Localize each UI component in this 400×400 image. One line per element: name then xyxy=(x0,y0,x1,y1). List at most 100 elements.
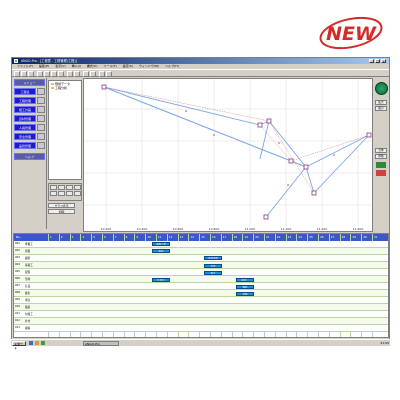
gantt-row[interactable]: 001 準備工 xyxy=(14,241,388,248)
nav-footer[interactable]: ヘルプ xyxy=(14,153,45,160)
network-edges xyxy=(103,86,370,218)
zoom-in-button[interactable]: 拡大 xyxy=(375,100,387,105)
nav-side-0[interactable] xyxy=(37,88,45,95)
gantt-task-bar[interactable]: 基礎工事 xyxy=(152,242,170,246)
gantt-row[interactable]: 010 舗装 xyxy=(14,304,388,311)
menu-format[interactable]: 書式(O) xyxy=(87,64,98,68)
line-tool-icon[interactable] xyxy=(58,185,65,190)
nav-side-2[interactable] xyxy=(37,106,45,113)
menu-file[interactable]: ファイル(F) xyxy=(17,64,33,68)
compass-icon[interactable] xyxy=(375,82,388,95)
rotate-tool-icon[interactable] xyxy=(58,191,65,196)
nav-side-6[interactable] xyxy=(37,142,45,149)
zoom-in-icon[interactable] xyxy=(83,71,89,77)
chart-grid xyxy=(84,79,372,227)
menu-tools[interactable]: ツール(T) xyxy=(104,64,117,68)
nav-item-5[interactable]: 安全管理 xyxy=(14,133,36,140)
alert-icon[interactable] xyxy=(376,170,386,176)
quicklaunch-desktop-icon[interactable] xyxy=(41,341,45,345)
gantt-task-bar[interactable]: 付属 xyxy=(236,292,254,297)
start-button[interactable]: スタート xyxy=(12,341,26,350)
grid-icon[interactable] xyxy=(99,71,105,77)
gantt-task-bar[interactable]: 養生 xyxy=(204,270,222,275)
gantt-row[interactable]: 004 基礎工 xyxy=(14,262,388,269)
nav-side-3[interactable] xyxy=(37,115,45,122)
menu-help[interactable]: ヘルプ(H) xyxy=(165,64,179,68)
text-tool-icon[interactable] xyxy=(74,185,81,190)
open-folder-icon[interactable] xyxy=(21,71,27,77)
x-tick-labels: 10.200 10.400 10.600 10.800 11.000 11.20… xyxy=(101,227,364,231)
gantt-row[interactable]: 003 掘削 xyxy=(14,255,388,262)
gantt-task-bar[interactable]: 配筋 xyxy=(152,249,170,254)
network-chart[interactable]: 10.200 10.400 10.600 10.800 11.000 11.20… xyxy=(83,78,373,232)
gantt-column-label: 5 xyxy=(93,235,95,239)
gantt-column-label: 17 xyxy=(222,235,227,239)
menu-settings[interactable]: 設定(S) xyxy=(123,64,133,68)
copy-icon[interactable] xyxy=(51,71,57,77)
move-tool-icon[interactable] xyxy=(50,191,57,196)
graph-view-button[interactable]: グラフ表示 xyxy=(48,203,75,208)
print-button[interactable]: 印刷 xyxy=(48,209,75,214)
nav-item-4[interactable]: 人員管理 xyxy=(14,124,36,131)
zoom-out-icon[interactable] xyxy=(90,71,96,77)
gantt-row[interactable]: 002 測量 xyxy=(14,248,388,255)
close-button[interactable]: × xyxy=(381,59,386,63)
zoom-out-button[interactable]: 縮小 xyxy=(375,106,387,111)
gantt-task-bar[interactable]: 舗装 xyxy=(236,285,254,290)
gantt-task-bar[interactable]: 片付け xyxy=(152,278,170,282)
gantt-column-label: 1 xyxy=(50,235,52,239)
nav-item-3[interactable]: 資材管理 xyxy=(14,115,36,122)
menu-edit[interactable]: 編集(E) xyxy=(39,64,49,68)
menu-window[interactable]: ウィンドウ(W) xyxy=(139,64,159,68)
nav-item-2[interactable]: 施工計画 xyxy=(14,106,36,113)
pan-button[interactable]: 移動 xyxy=(375,154,387,159)
fit-all-button[interactable]: 全体 xyxy=(375,148,387,153)
taskbar-clock: 21:00 xyxy=(380,341,389,345)
gantt-task-bar[interactable]: 埋戻し xyxy=(236,278,254,282)
cut-icon[interactable] xyxy=(44,71,50,77)
nav-side-4[interactable] xyxy=(37,124,45,131)
nav-side-1[interactable] xyxy=(37,97,45,104)
nav-item-6[interactable]: 品質管理 xyxy=(14,142,36,149)
layer-icon[interactable] xyxy=(376,162,386,168)
gantt-row[interactable]: 006 型枠 xyxy=(14,276,388,283)
taskbar-app-button[interactable]: ANGO-Pro xyxy=(83,341,119,346)
minimize-button[interactable]: _ xyxy=(369,59,374,63)
gantt-row[interactable]: 008 養生 xyxy=(14,290,388,297)
menu-insert[interactable]: 挿入(I) xyxy=(72,64,81,68)
print-icon[interactable] xyxy=(37,71,43,77)
link-tool-icon[interactable] xyxy=(74,191,81,196)
gantt-task-bar[interactable]: 型枠設置 xyxy=(204,256,222,261)
gantt-task-bar[interactable]: 打設 xyxy=(204,263,222,268)
gantt-row[interactable]: 011 付属工 xyxy=(14,311,388,318)
gantt-row[interactable]: 005 配筋 xyxy=(14,269,388,276)
folder-icon xyxy=(51,83,54,85)
save-icon[interactable] xyxy=(28,71,34,77)
gantt-row[interactable]: 012 片付 xyxy=(14,318,388,325)
gantt-row[interactable]: 013 検査 xyxy=(14,325,388,332)
select-tool-icon[interactable] xyxy=(50,185,57,190)
gantt-row[interactable]: 009 埋戻 xyxy=(14,297,388,304)
gantt-column-label: 2 xyxy=(60,235,63,239)
gantt-row[interactable]: 007 打設 xyxy=(14,283,388,290)
gantt-row-number: 001 xyxy=(15,242,20,245)
paste-icon[interactable] xyxy=(58,71,64,77)
x-tick-4: 11.000 xyxy=(245,227,256,231)
undo-icon[interactable] xyxy=(67,71,73,77)
delete-tool-icon[interactable] xyxy=(66,191,73,196)
maximize-button[interactable]: □ xyxy=(375,59,380,63)
gantt-column-label: 8 xyxy=(125,235,128,239)
nav-item-1[interactable]: 工程管理 xyxy=(14,97,36,104)
gantt-row-name: 測量 xyxy=(25,250,31,253)
tree-item-1[interactable]: 工程分析 xyxy=(51,86,67,90)
gantt-chart[interactable]: No. 1 2 3 4 5 6 7 8 9 10 11 12 13 14 15 16 17 18 19 20 21 22 2… xyxy=(13,233,389,338)
new-file-icon[interactable] xyxy=(14,71,20,77)
node-tool-icon[interactable] xyxy=(66,185,73,190)
nav-side-5[interactable] xyxy=(37,133,45,140)
quicklaunch-ie-icon[interactable] xyxy=(29,341,33,345)
chart-icon[interactable] xyxy=(106,71,112,77)
quicklaunch-folder-icon[interactable] xyxy=(35,341,39,345)
menu-view[interactable]: 表示(V) xyxy=(55,64,65,68)
redo-icon[interactable] xyxy=(74,71,80,77)
nav-item-0[interactable]: 工程表 xyxy=(14,88,36,95)
